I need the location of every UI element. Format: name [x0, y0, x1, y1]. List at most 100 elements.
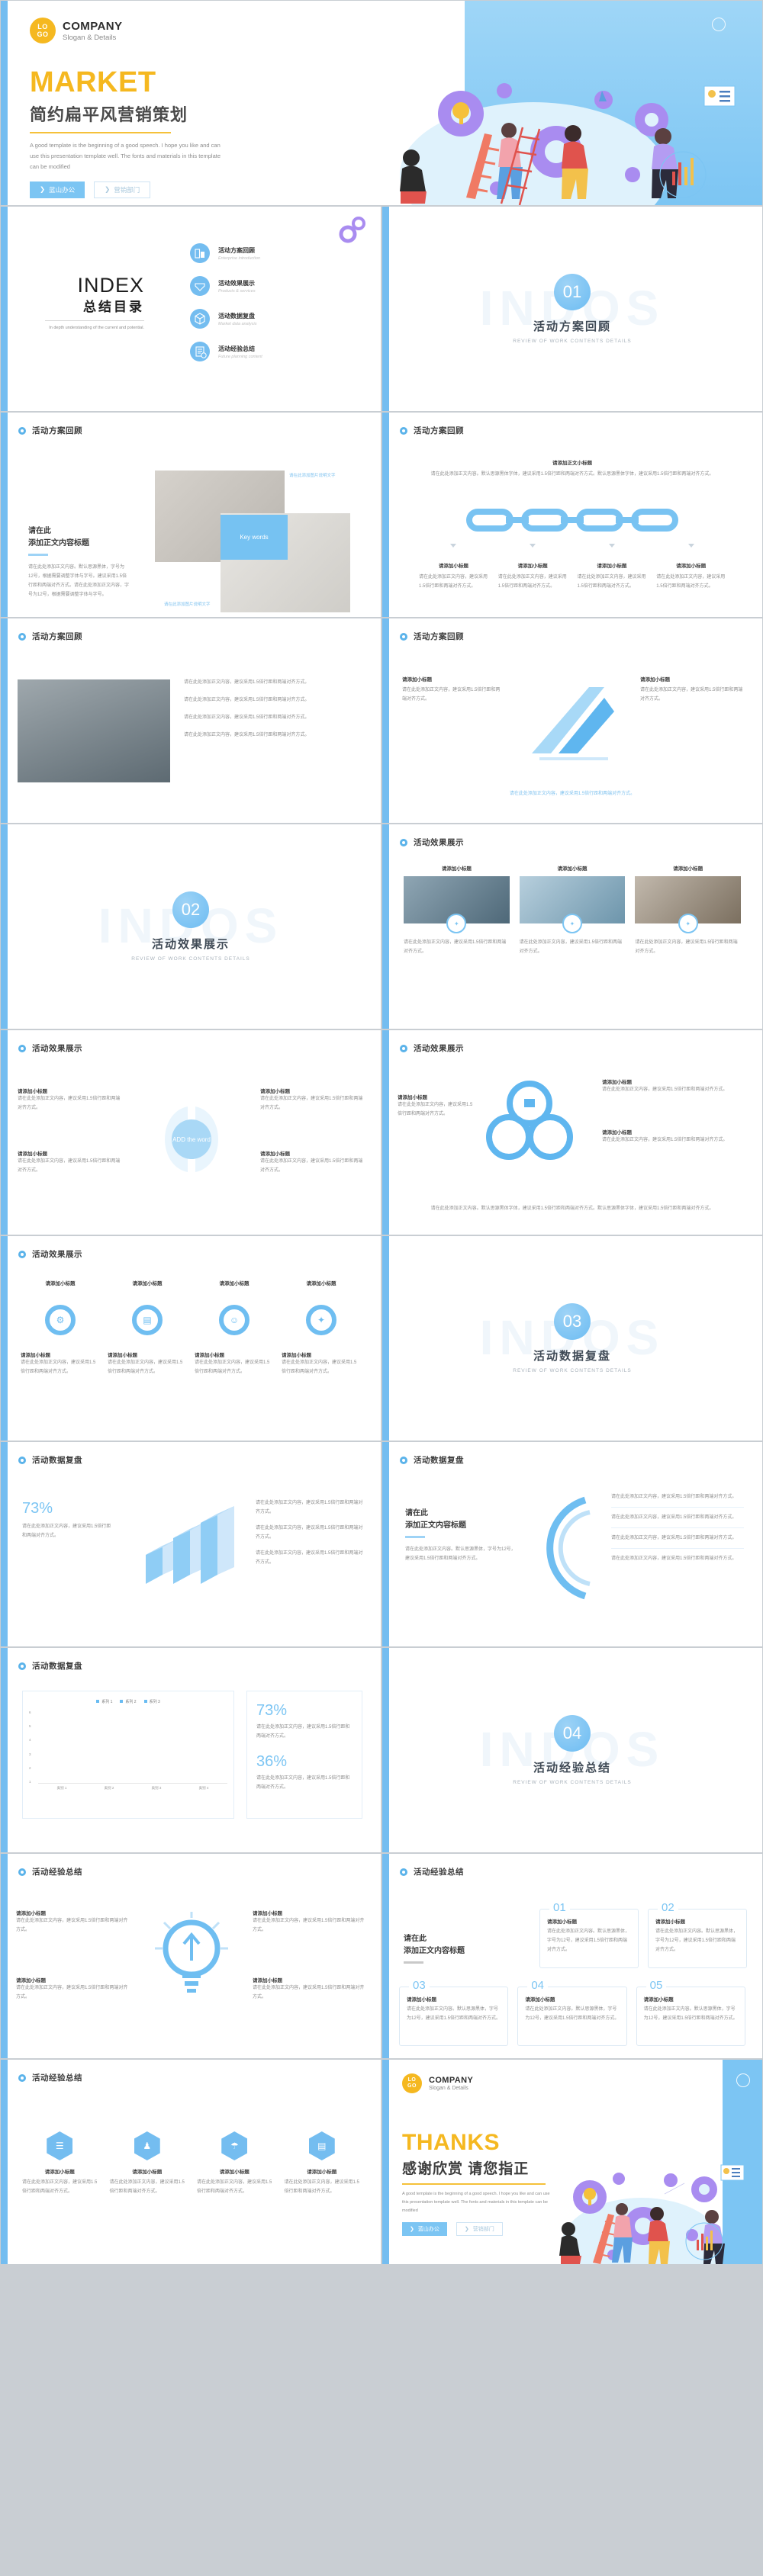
slide-data-73[interactable]: 活动数据复盘 73% 请在此处添加正文内容，建议采用1.5倍行距和两端对齐方式。…	[0, 1441, 382, 1647]
y-tick-4: 4	[29, 1738, 31, 1742]
thanks-secondary-button[interactable]: ❯ 营销部门	[456, 2222, 503, 2236]
slide-header-title: 活动效果展示	[32, 1250, 82, 1259]
hex-item-2[interactable]: ☂ 请添加小标题 请在此处添加正文内容，建议采用1.5倍行距和两端对齐方式。	[197, 2131, 272, 2196]
thanks-primary-button-label: 蓝山办公	[417, 2227, 439, 2232]
chain-item-2: 请添加小标题 请在此处添加正文内容，建议采用1.5倍行距和两端对齐方式。	[578, 544, 647, 591]
slide-header: 活动方案回顾	[399, 631, 464, 642]
stat-percent-3: 36%	[256, 1753, 288, 1770]
effect-col-1: 请添加小标题 ✦ 请在此处添加正文内容，建议采用1.5倍行距和两端对齐方式。	[519, 864, 626, 956]
arc-left-text: 请在此 添加正文内容标题 请在此处添加正文内容。默认思源黑体，字号为12号，建议…	[405, 1508, 520, 1563]
num-card-01[interactable]: 01 请添加小标题 请在此处添加正文内容。默认思源黑体，字号为12号，建议采用1…	[539, 1901, 639, 1968]
brand-logo: LO GO COMPANY Slogan & Details	[402, 2073, 473, 2093]
slide-summary-hex[interactable]: 活动经验总结 ☰ 请添加小标题 请在此处添加正文内容，建议采用1.5倍行距和两端…	[0, 2059, 382, 2265]
data-right-1: 请在此处添加正文内容，建议采用1.5倍行距和两端对齐方式。	[256, 1526, 363, 1540]
cover-illustration	[400, 83, 736, 205]
thanks-primary-button[interactable]: ❯ 蓝山办公	[402, 2222, 447, 2236]
index-item-3-cn: 活动经验总结	[218, 345, 255, 352]
slide-index[interactable]: INDEX 总结目录 In depth understanding of the…	[0, 206, 382, 412]
gear-icon	[400, 1044, 407, 1052]
num-card-04[interactable]: 04 请添加小标题 请在此处添加正文内容。默认思源黑体，字号为12号，建议采用1…	[517, 1979, 627, 2046]
report-icon	[190, 342, 210, 361]
index-item-3[interactable]: 活动经验总结 Future planning content	[190, 342, 262, 361]
index-item-2[interactable]: 活动数据复盘 Market data analysis	[190, 309, 262, 329]
slide-summary-cards[interactable]: 活动经验总结 请在此 添加正文内容标题 01 请添加小标题 请在此处添加正文内容…	[382, 1853, 763, 2059]
left-accent-bar	[382, 2060, 389, 2264]
num-card-03[interactable]: 03 请添加小标题 请在此处添加正文内容。默认思源黑体，字号为12号，建议采用1…	[399, 1979, 509, 2046]
tri-right-body: 请在此处添加正文内容，建议采用1.5倍行距和两端对齐方式。	[640, 688, 743, 702]
data-left-body: 请在此处添加正文内容，建议采用1.5倍行距和两端对齐方式。	[22, 1524, 111, 1538]
slide-header-title: 活动方案回顾	[414, 632, 464, 641]
data-right-0: 请在此处添加正文内容，建议采用1.5倍行距和两端对齐方式。	[256, 1501, 363, 1514]
num-card-03-body: 请在此处添加正文内容。默认思源黑体，字号为12号，建议采用1.5倍行距和两端对齐…	[407, 2007, 501, 2021]
cover-title-block: MARKET 简约扁平风营销策划 A good template is the …	[30, 68, 222, 198]
triangle-down-icon	[530, 544, 536, 548]
slide-cover[interactable]: LO GO COMPANY Slogan & Details MARKET 简约…	[0, 0, 763, 206]
chain-item-2-body: 请在此处添加正文内容，建议采用1.5倍行距和两端对齐方式。	[577, 575, 646, 589]
slide-section-04[interactable]: INDOS 04 活动经验总结 REVIEW OF WORK CONTENTS …	[382, 1647, 763, 1853]
gear-icon	[400, 632, 407, 641]
cover-button-row: ❯ 蓝山办公 ❯ 营销部门	[30, 181, 222, 198]
tri-right-title: 请添加小标题	[640, 677, 670, 683]
slide-header-title: 活动经验总结	[32, 1868, 82, 1877]
hex-item-3[interactable]: ▤ 请添加小标题 请在此处添加正文内容，建议采用1.5倍行距和两端对齐方式。	[285, 2131, 360, 2196]
num-card-02[interactable]: 02 请添加小标题 请在此处添加正文内容。默认思源黑体，字号为12号，建议采用1…	[648, 1901, 747, 1968]
venn-left-0-title: 请添加小标题	[18, 1089, 47, 1094]
gear-title-1: 请添加小标题	[132, 1281, 163, 1286]
y-tick-6: 6	[29, 1710, 31, 1714]
slide-data-arc[interactable]: 活动数据复盘 请在此 添加正文内容标题 请在此处添加正文内容。默认思源黑体，字号…	[382, 1441, 763, 1647]
slide-header-title: 活动方案回顾	[414, 426, 464, 435]
gear-icon	[18, 426, 26, 435]
hex-item-0[interactable]: ☰ 请添加小标题 请在此处添加正文内容，建议采用1.5倍行距和两端对齐方式。	[22, 2131, 98, 2196]
cover-primary-button[interactable]: ❯ 蓝山办公	[30, 181, 85, 198]
effect-col-row: 请添加小标题 ✦ 请在此处添加正文内容，建议采用1.5倍行距和两端对齐方式。 请…	[404, 864, 742, 956]
section-title-en: REVIEW OF WORK CONTENTS DETAILS	[513, 1368, 632, 1373]
slide-header-title: 活动数据复盘	[414, 1456, 464, 1465]
slide-thanks[interactable]: LO GO COMPANY Slogan & Details THANKS 感谢…	[382, 2059, 763, 2265]
legend-item-2: 系列 3	[143, 1699, 160, 1704]
gear-cell-0-title: 请添加小标题	[21, 1353, 50, 1358]
num-card-02-body: 请在此处添加正文内容。默认思源黑体，字号为12号，建议采用1.5倍行距和两端对齐…	[655, 1929, 739, 1952]
slide-data-chart[interactable]: 活动数据复盘 系列 1 系列 2 系列 3 6 5 4 3 2 1 类别 1 类…	[0, 1647, 382, 1853]
slide-header-title: 活动效果展示	[414, 838, 464, 847]
slide-section-02[interactable]: INDOS 02 活动效果展示 REVIEW OF WORK CONTENTS …	[0, 824, 382, 1029]
section-title-en: REVIEW OF WORK CONTENTS DETAILS	[513, 1780, 632, 1785]
bar-chart[interactable]: 系列 1 系列 2 系列 3 6 5 4 3 2 1 类别 1 类别 2 类别 …	[22, 1691, 234, 1819]
cover-secondary-button-label: 营销部门	[114, 185, 140, 194]
hex-icon-1: ♟	[134, 2131, 160, 2160]
hex-item-1[interactable]: ♟ 请添加小标题 请在此处添加正文内容，建议采用1.5倍行距和两端对齐方式。	[110, 2131, 185, 2196]
tri-left-title: 请添加小标题	[402, 677, 432, 683]
slide-effect-venn[interactable]: 活动效果展示 ADD the word 请添加小标题 请在此处添加正文内容，建议…	[0, 1029, 382, 1235]
slide-plan-triangle[interactable]: 活动方案回顾 请添加小标题 请在此处添加正文内容，建议采用1.5倍行距和两端对齐…	[382, 618, 763, 824]
triple-circle-graphic	[486, 1081, 573, 1160]
gear-cell-3-body: 请在此处添加正文内容，建议采用1.5倍行距和两端对齐方式。	[282, 1360, 357, 1374]
cover-secondary-button[interactable]: ❯ 营销部门	[94, 181, 151, 198]
index-item-1[interactable]: 活动效果展示 Products & services	[190, 276, 262, 296]
photo-caption-top: 请在此添加图片说明文字	[289, 474, 336, 478]
slide-effect-circles[interactable]: 活动效果展示 请添加小标题 请在此处添加正文内容，建议采用1.5倍行距和两端对齐…	[382, 1029, 763, 1235]
gear-cell-0-body: 请在此处添加正文内容，建议采用1.5倍行距和两端对齐方式。	[21, 1360, 96, 1374]
num-card-05[interactable]: 05 请添加小标题 请在此处添加正文内容。默认思源黑体，字号为12号，建议采用1…	[636, 1979, 745, 2046]
thanks-divider	[402, 2183, 546, 2185]
hex-row: ☰ 请添加小标题 请在此处添加正文内容，建议采用1.5倍行距和两端对齐方式。 ♟…	[22, 2131, 359, 2196]
circle-text-1: 请添加小标题 请在此处添加正文内容，建议采用1.5倍行距和两端对齐方式。	[602, 1078, 747, 1094]
left-accent-bar	[1, 413, 8, 617]
slide-summary-bulb[interactable]: 活动经验总结 请添加小标题 请在此处添加正文内容，建议采用1.5倍行距和两端对齐…	[0, 1853, 382, 2059]
block-title-line1: 请在此	[28, 527, 51, 535]
slide-section-01[interactable]: INDOS 01 活动方案回顾 REVIEW OF WORK CONTENTS …	[382, 206, 763, 412]
index-title-block: INDEX 总结目录 In depth understanding of the…	[45, 274, 144, 332]
pin-icon-0: ✦	[446, 914, 467, 933]
bulb-left-0: 请添加小标题 请在此处添加正文内容，建议采用1.5倍行距和两端对齐方式。	[16, 1909, 130, 1935]
chain-item-3-body: 请在此处添加正文内容，建议采用1.5倍行距和两端对齐方式。	[656, 575, 726, 589]
slide-effect-photos[interactable]: 活动效果展示 请添加小标题 ✦ 请在此处添加正文内容，建议采用1.5倍行距和两端…	[382, 824, 763, 1029]
arc-right-list: 请在此处添加正文内容，建议采用1.5倍行距和两端对齐方式。 请在此处添加正文内容…	[611, 1492, 744, 1563]
bulb-right-1-title: 请添加小标题	[253, 1978, 282, 1983]
slide-section-03[interactable]: INDOS 03 活动数据复盘 REVIEW OF WORK CONTENTS …	[382, 1235, 763, 1441]
logo-mark: LO GO	[30, 18, 56, 43]
slide-plan-photo[interactable]: 活动方案回顾 请在此 添加正文内容标题 请在此处添加正文内容。默认思源黑体，字号…	[0, 412, 382, 618]
section-title-cn: 活动效果展示	[151, 938, 230, 951]
slide-plan-scope[interactable]: 活动方案回顾 请在此处添加正文内容，建议采用1.5倍行距和两端对齐方式。 请在此…	[0, 618, 382, 824]
stat-percent: 73%	[22, 1500, 53, 1517]
slide-plan-chain[interactable]: 活动方案回顾 请添加正文小标题 请在此处添加正文内容。默认思源黑体字体，建议采用…	[382, 412, 763, 618]
index-item-0[interactable]: 活动方案回顾 Enterprise introduction	[190, 243, 262, 263]
slide-effect-gears[interactable]: 活动效果展示 请添加小标题 请添加小标题 请添加小标题 请添加小标题 ⚙ ▤ ☺…	[0, 1235, 382, 1441]
